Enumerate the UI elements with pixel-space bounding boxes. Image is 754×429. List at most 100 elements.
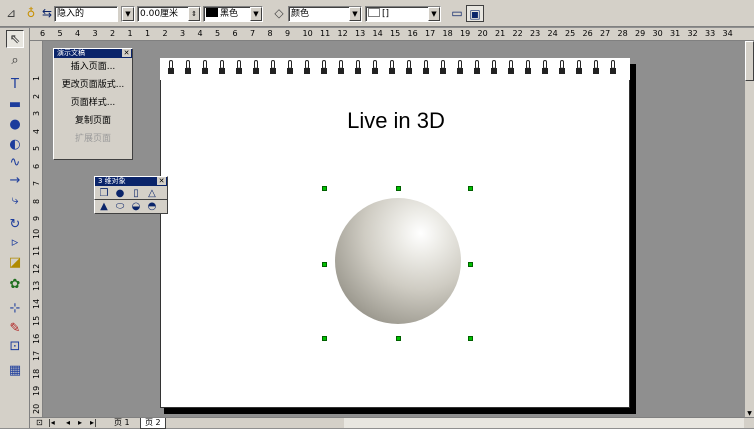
edit-points-icon[interactable]: ⊿: [2, 5, 20, 22]
scroll-thumb[interactable]: [745, 41, 754, 81]
rectangle-tool-icon[interactable]: ▬: [6, 96, 24, 114]
shadow-icon[interactable]: ▭: [448, 5, 466, 22]
binding-ring: [271, 60, 275, 69]
binding-ring: [543, 60, 547, 69]
gluepoint-icon[interactable]: ⊹: [6, 300, 24, 318]
duplicate-page-button[interactable]: 复制页面: [54, 112, 132, 130]
half-sphere-icon[interactable]: ◓: [146, 201, 158, 213]
rotate-tool-icon[interactable]: ↻: [6, 216, 24, 234]
selection-handle[interactable]: [396, 186, 401, 191]
selection-handle[interactable]: [322, 186, 327, 191]
pyramid-icon[interactable]: ▲: [98, 201, 110, 213]
binding-ring: [611, 60, 615, 69]
fill-mode-select[interactable]: 颜色 ▼: [288, 6, 362, 22]
ruler-mark: 6: [232, 29, 238, 38]
binding-ring: [458, 60, 462, 69]
horizontal-scrollbar[interactable]: [344, 418, 744, 428]
insert-page-button[interactable]: 插入页面...: [54, 58, 132, 76]
line-style-dropdown[interactable]: ▼: [121, 6, 135, 22]
binding-ring: [186, 60, 190, 69]
ruler-mark: 20: [32, 403, 41, 414]
curve-tool-icon[interactable]: ∿: [6, 154, 24, 172]
ruler-mark: 5: [215, 29, 221, 38]
chevron-down-icon: ▼: [250, 7, 262, 21]
ruler-mark: 15: [390, 29, 401, 38]
cylinder-icon[interactable]: ▯: [130, 188, 142, 200]
ruler-mark: 18: [32, 368, 41, 379]
sphere-3d-object[interactable]: [335, 198, 461, 324]
selection-handle[interactable]: [468, 336, 473, 341]
sphere-icon[interactable]: ●: [114, 188, 126, 200]
connector-tool-icon[interactable]: ⤷: [6, 192, 24, 210]
ruler-mark: 31: [670, 29, 681, 38]
effects-tool-icon[interactable]: ▹: [6, 234, 24, 252]
last-page-icon[interactable]: ▸|: [86, 418, 101, 429]
presentation-palette: 演示文稿 ✕ 插入页面... 更改页面版式... 页面样式... 复制页面 扩展…: [53, 48, 133, 160]
text-tool-icon[interactable]: T: [6, 76, 24, 94]
object-properties-icon[interactable]: ▣: [466, 5, 484, 22]
prev-page-icon[interactable]: ◂: [62, 418, 74, 429]
cube-icon[interactable]: ❒: [98, 188, 110, 200]
palette-title-bar[interactable]: 3 维对象 ✕: [95, 177, 167, 186]
expand-page-button: 扩展页面: [74, 134, 111, 144]
palette-title-bar[interactable]: 演示文稿 ✕: [54, 49, 132, 58]
selection-handle[interactable]: [322, 262, 327, 267]
ruler-mark: 2: [110, 29, 116, 38]
selection-handle[interactable]: [396, 336, 401, 341]
object-icon[interactable]: ✎: [6, 320, 24, 338]
ruler-mark: 14: [32, 298, 41, 309]
page-tab-1[interactable]: 页 1: [110, 418, 134, 429]
selection-handle[interactable]: [322, 336, 327, 341]
selection-handle[interactable]: [468, 262, 473, 267]
binding-ring: [288, 60, 292, 69]
change-layout-button[interactable]: 更改页面版式...: [54, 76, 132, 94]
selection-handle[interactable]: [468, 186, 473, 191]
select-tool-icon[interactable]: ⇖: [6, 30, 24, 48]
binding-ring: [577, 60, 581, 69]
vertical-scrollbar[interactable]: ▼: [745, 41, 754, 418]
form-icon[interactable]: ⊡: [6, 338, 24, 356]
3d-effects-icon[interactable]: ◪: [6, 254, 24, 272]
ruler-mark: 4: [32, 128, 41, 134]
ruler-mark: 10: [302, 29, 313, 38]
line-tool-icon[interactable]: →: [6, 172, 24, 190]
binding-ring: [305, 60, 309, 69]
area-icon[interactable]: ◇: [270, 5, 288, 22]
ellipse-tool-icon[interactable]: ●: [6, 116, 24, 134]
spiral-binding: [160, 58, 630, 80]
image-icon[interactable]: ▦: [6, 362, 24, 380]
next-page-icon[interactable]: ▸: [74, 418, 86, 429]
main-toolbar: ⇖ ⌕ T ▬ ● ◐ ∿ → ⤷ ↻ ▹ ◪ ✿ ⊹ ✎ ⊡ ▦: [0, 28, 30, 428]
page-style-button[interactable]: 页面样式...: [54, 94, 132, 112]
binding-ring: [424, 60, 428, 69]
ruler-mark: 30: [652, 29, 663, 38]
fill-value-select[interactable]: [] ▼: [365, 6, 441, 22]
fill-swatch: [368, 8, 380, 17]
line-width-field[interactable]: 0.00厘米 ⇕: [137, 6, 201, 22]
spin-icon[interactable]: ⇕: [188, 7, 200, 21]
torus-icon[interactable]: ⬭: [114, 201, 126, 213]
ruler-mark: 1: [32, 75, 41, 81]
fill-value: []: [382, 9, 390, 19]
close-icon[interactable]: ✕: [157, 177, 166, 185]
ruler-mark: 33: [705, 29, 716, 38]
slide-title[interactable]: Live in 3D: [296, 108, 496, 134]
shell-icon[interactable]: ◒: [130, 201, 142, 213]
3d-objects-palette-row2: ▲ ⬭ ◒ ◓: [94, 200, 168, 214]
close-icon[interactable]: ✕: [122, 49, 131, 57]
page-tab-2[interactable]: 页 2: [140, 418, 166, 429]
ruler-mark: 19: [32, 385, 41, 396]
zoom-tool-icon[interactable]: ⌕: [6, 52, 24, 70]
line-color-select[interactable]: 黑色 ▼: [203, 6, 263, 22]
first-page-icon[interactable]: |◂: [44, 418, 59, 429]
object-bar: ⊿ ♁ ⇆ 隐入的 ▼ 0.00厘米 ⇕ 黑色 ▼ ◇ 颜色 ▼ [] ▼ ▭ …: [0, 0, 754, 27]
transitions-icon[interactable]: ✿: [6, 276, 24, 294]
cone-icon[interactable]: △: [146, 188, 158, 200]
binding-ring: [407, 60, 411, 69]
chevron-down-icon: ▼: [349, 7, 361, 21]
line-style-select[interactable]: 隐入的: [54, 6, 118, 22]
ruler-mark: 10: [32, 228, 41, 239]
3d-object-tool-icon[interactable]: ◐: [6, 136, 24, 154]
binding-ring: [390, 60, 394, 69]
ruler-mark: 23: [530, 29, 541, 38]
